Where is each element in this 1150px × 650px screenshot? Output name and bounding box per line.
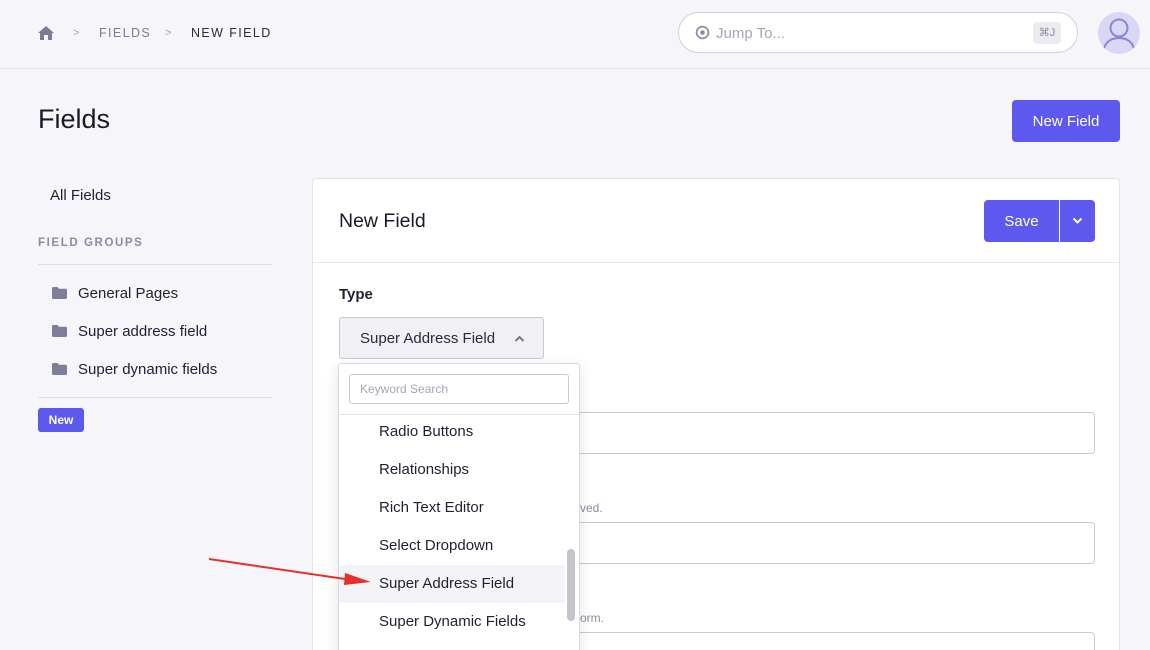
folder-icon — [52, 325, 67, 337]
dropdown-scrollbar-thumb[interactable] — [567, 549, 575, 621]
home-icon[interactable] — [38, 26, 54, 40]
save-button-group: Save — [984, 200, 1095, 242]
user-avatar-icon[interactable] — [1098, 12, 1140, 54]
sidebar-item-label: General Pages — [78, 284, 179, 302]
type-select[interactable]: Super Address Field — [339, 317, 544, 359]
sidebar-item-super-address-field[interactable]: Super address field — [52, 321, 207, 341]
breadcrumb-separator: > — [165, 27, 172, 39]
target-icon — [695, 25, 710, 40]
sidebar-item-label: Super dynamic fields — [78, 360, 218, 378]
sidebar-item-super-dynamic-fields[interactable]: Super dynamic fields — [52, 359, 217, 379]
breadcrumb-fields-link[interactable]: FIELDS — [99, 26, 151, 40]
breadcrumb-separator: > — [73, 27, 80, 39]
sidebar-item-all-fields[interactable]: All Fields — [50, 187, 111, 204]
type-select-value: Super Address Field — [360, 330, 496, 347]
chevron-down-icon — [1072, 217, 1083, 224]
dropdown-option-radio-buttons[interactable]: Radio Buttons — [339, 413, 565, 451]
dropdown-options-list: Radio Buttons Relationships Rich Text Ed… — [339, 413, 565, 641]
new-group-button[interactable]: New — [38, 408, 84, 432]
keyboard-shortcut-hint: ⌘J — [1033, 22, 1061, 44]
chevron-up-icon — [514, 335, 525, 342]
new-field-button[interactable]: New Field — [1012, 100, 1120, 142]
field-hint-text: ved. — [580, 501, 603, 515]
sidebar-divider — [38, 397, 272, 398]
sidebar-item-general-pages[interactable]: General Pages — [52, 283, 178, 303]
breadcrumb-current: NEW FIELD — [191, 26, 272, 40]
folder-icon — [52, 287, 67, 299]
save-button[interactable]: Save — [984, 200, 1059, 242]
top-bar: > FIELDS > NEW FIELD ⌘J — [0, 0, 1150, 69]
save-options-button[interactable] — [1060, 200, 1095, 242]
card-divider — [313, 262, 1119, 263]
keyword-search-input[interactable] — [349, 374, 569, 404]
card-title: New Field — [339, 210, 426, 232]
dropdown-option-super-dynamic-fields[interactable]: Super Dynamic Fields — [339, 603, 565, 641]
field-hint-text: orm. — [580, 611, 604, 625]
dropdown-option-relationships[interactable]: Relationships — [339, 451, 565, 489]
sidebar-item-label: Super address field — [78, 322, 208, 340]
type-dropdown-menu: Radio Buttons Relationships Rich Text Ed… — [338, 363, 580, 650]
folder-icon — [52, 363, 67, 375]
sidebar-divider — [38, 264, 272, 265]
annotation-arrow-icon — [208, 558, 371, 585]
jump-to-search[interactable]: ⌘J — [678, 12, 1078, 53]
dropdown-option-rich-text-editor[interactable]: Rich Text Editor — [339, 489, 565, 527]
field-groups-heading: FIELD GROUPS — [38, 237, 144, 249]
type-label: Type — [339, 286, 373, 303]
page-title: Fields — [38, 104, 111, 134]
jump-to-input[interactable] — [716, 22, 1016, 44]
